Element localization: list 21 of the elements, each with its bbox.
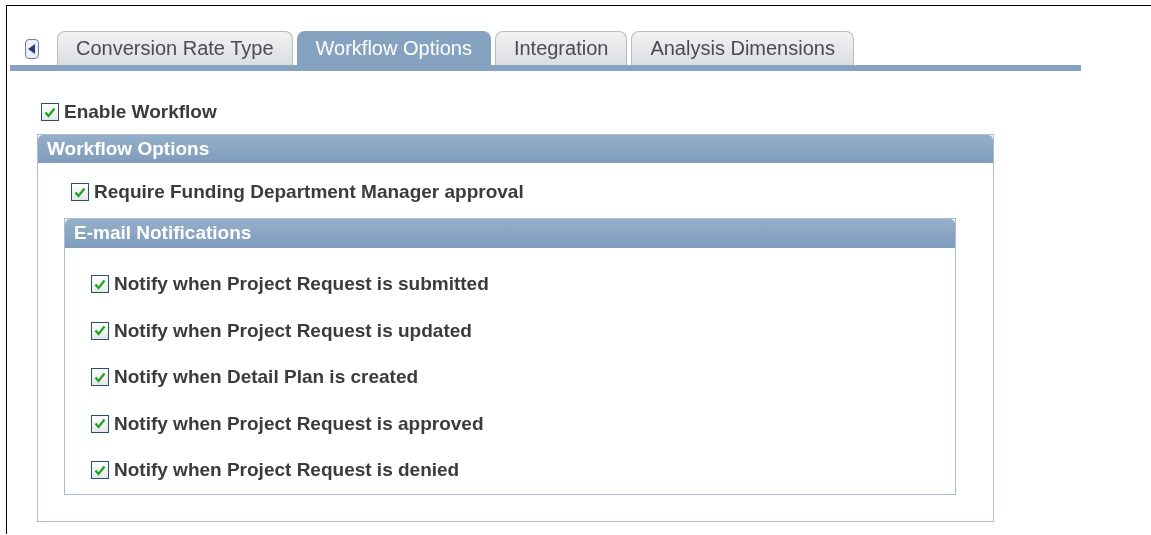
checkbox[interactable] <box>41 103 59 121</box>
tab[interactable]: Integration <box>494 31 628 65</box>
checkbox[interactable] <box>91 275 109 293</box>
checkbox-label: Notify when Detail Plan is created <box>114 366 419 388</box>
checkbox-label: Notify when Project Request is updated <box>114 319 472 342</box>
checkbox[interactable] <box>71 183 89 201</box>
checkbox-label: Require Funding Department Manager approval <box>94 181 524 203</box>
tab[interactable]: Conversion Rate Type <box>57 31 293 65</box>
group-title: E-mail Notifications <box>65 219 955 248</box>
checkbox-label: Enable Workflow <box>64 101 217 123</box>
checkbox-label: Notify when Project Request is submitted <box>114 273 489 295</box>
checkbox[interactable] <box>91 368 109 386</box>
checkbox[interactable] <box>91 461 109 479</box>
checkbox-label: Notify when Project Request is approved <box>114 412 484 435</box>
checkbox[interactable] <box>91 321 109 340</box>
left-triangle-icon <box>28 44 36 54</box>
group-title: Workflow Options <box>38 135 993 163</box>
scroll-left-button[interactable] <box>25 39 39 59</box>
tab[interactable]: Analysis Dimensions <box>631 31 854 65</box>
checkbox[interactable] <box>91 414 109 433</box>
checkbox-label: Notify when Project Request is denied <box>114 459 460 481</box>
